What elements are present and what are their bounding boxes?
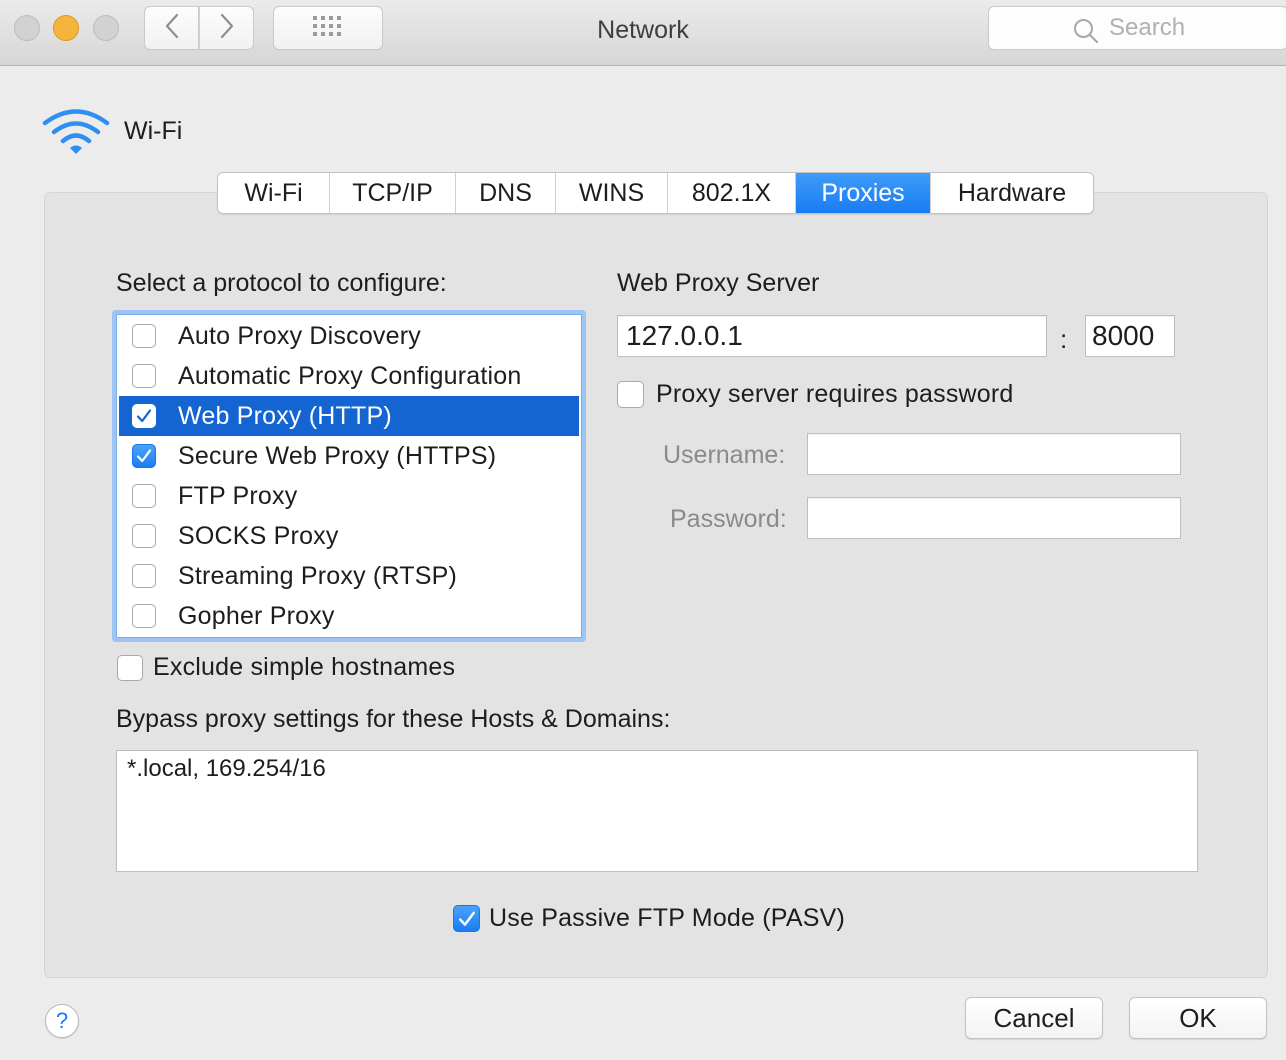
protocol-list[interactable]: Auto Proxy Discovery Automatic Proxy Con… <box>112 310 586 642</box>
proxy-port-field[interactable]: 8000 <box>1085 315 1175 357</box>
tab-802-1x[interactable]: 802.1X <box>668 173 796 213</box>
tab-proxies[interactable]: Proxies <box>796 173 931 213</box>
ok-button[interactable]: OK <box>1129 997 1267 1039</box>
tab-dns[interactable]: DNS <box>456 173 556 213</box>
protocol-checkbox[interactable] <box>132 364 156 388</box>
wifi-icon <box>42 106 110 163</box>
passive-ftp-label: Use Passive FTP Mode (PASV) <box>489 904 845 932</box>
protocol-label: Streaming Proxy (RTSP) <box>178 561 458 590</box>
host-port-separator: : <box>1060 324 1068 354</box>
requires-password-label: Proxy server requires password <box>656 380 1014 408</box>
checkmark-icon <box>458 910 476 928</box>
proxy-server-heading: Web Proxy Server <box>617 269 820 297</box>
search-placeholder: Search <box>1109 14 1186 41</box>
protocol-checkbox[interactable] <box>132 324 156 348</box>
tab-tcpip[interactable]: TCP/IP <box>330 173 456 213</box>
protocol-label: Secure Web Proxy (HTTPS) <box>178 441 497 470</box>
checkmark-icon <box>136 408 152 424</box>
tab-hardware[interactable]: Hardware <box>931 173 1093 213</box>
exclude-hostnames-checkbox[interactable] <box>117 654 143 681</box>
protocol-checkbox[interactable] <box>132 404 156 428</box>
title-bar: Network Search <box>0 0 1286 66</box>
protocol-label: Gopher Proxy <box>178 601 335 630</box>
protocol-checkbox[interactable] <box>132 604 156 628</box>
cancel-button[interactable]: Cancel <box>965 997 1103 1039</box>
protocol-checkbox[interactable] <box>132 444 156 468</box>
protocol-item-secure-web-proxy-https[interactable]: Secure Web Proxy (HTTPS) <box>119 436 579 476</box>
protocol-checkbox[interactable] <box>132 564 156 588</box>
protocol-heading: Select a protocol to configure: <box>116 269 447 297</box>
protocol-item-gopher-proxy[interactable]: Gopher Proxy <box>119 596 579 636</box>
protocol-checkbox[interactable] <box>132 524 156 548</box>
passive-ftp-row[interactable]: Use Passive FTP Mode (PASV) <box>453 904 845 933</box>
protocol-item-socks-proxy[interactable]: SOCKS Proxy <box>119 516 579 556</box>
protocol-label: FTP Proxy <box>178 481 298 510</box>
protocol-label: Automatic Proxy Configuration <box>178 361 522 390</box>
tab-wins[interactable]: WINS <box>556 173 668 213</box>
checkmark-icon <box>136 448 152 464</box>
exclude-hostnames-label: Exclude simple hostnames <box>153 653 456 681</box>
passive-ftp-checkbox[interactable] <box>453 905 480 932</box>
search-icon <box>1073 18 1099 49</box>
bypass-label: Bypass proxy settings for these Hosts & … <box>116 705 671 733</box>
username-field[interactable] <box>807 433 1181 475</box>
protocol-item-streaming-proxy-rtsp[interactable]: Streaming Proxy (RTSP) <box>119 556 579 596</box>
protocol-item-automatic-proxy-configuration[interactable]: Automatic Proxy Configuration <box>119 356 579 396</box>
proxy-host-field[interactable]: 127.0.0.1 <box>617 315 1047 357</box>
bypass-textarea[interactable]: *.local, 169.254/16 <box>116 750 1198 872</box>
password-field[interactable] <box>807 497 1181 539</box>
password-label: Password: <box>670 505 787 533</box>
protocol-label: Web Proxy (HTTP) <box>178 401 392 430</box>
search-field[interactable]: Search <box>988 6 1286 50</box>
protocol-item-web-proxy-http[interactable]: Web Proxy (HTTP) <box>119 396 579 436</box>
protocol-label: SOCKS Proxy <box>178 521 339 550</box>
protocol-label: Auto Proxy Discovery <box>178 321 421 350</box>
interface-name: Wi-Fi <box>124 117 183 145</box>
username-label: Username: <box>663 441 786 469</box>
requires-password-checkbox[interactable] <box>617 381 644 408</box>
protocol-item-auto-proxy-discovery[interactable]: Auto Proxy Discovery <box>119 316 579 356</box>
help-button[interactable]: ? <box>45 1004 79 1038</box>
requires-password-row[interactable]: Proxy server requires password <box>617 380 1014 409</box>
tab-bar: Wi-Fi TCP/IP DNS WINS 802.1X Proxies Har… <box>217 172 1094 214</box>
exclude-hostnames-row[interactable]: Exclude simple hostnames <box>117 653 455 682</box>
protocol-checkbox[interactable] <box>132 484 156 508</box>
protocol-item-ftp-proxy[interactable]: FTP Proxy <box>119 476 579 516</box>
tab-wifi[interactable]: Wi-Fi <box>218 173 330 213</box>
